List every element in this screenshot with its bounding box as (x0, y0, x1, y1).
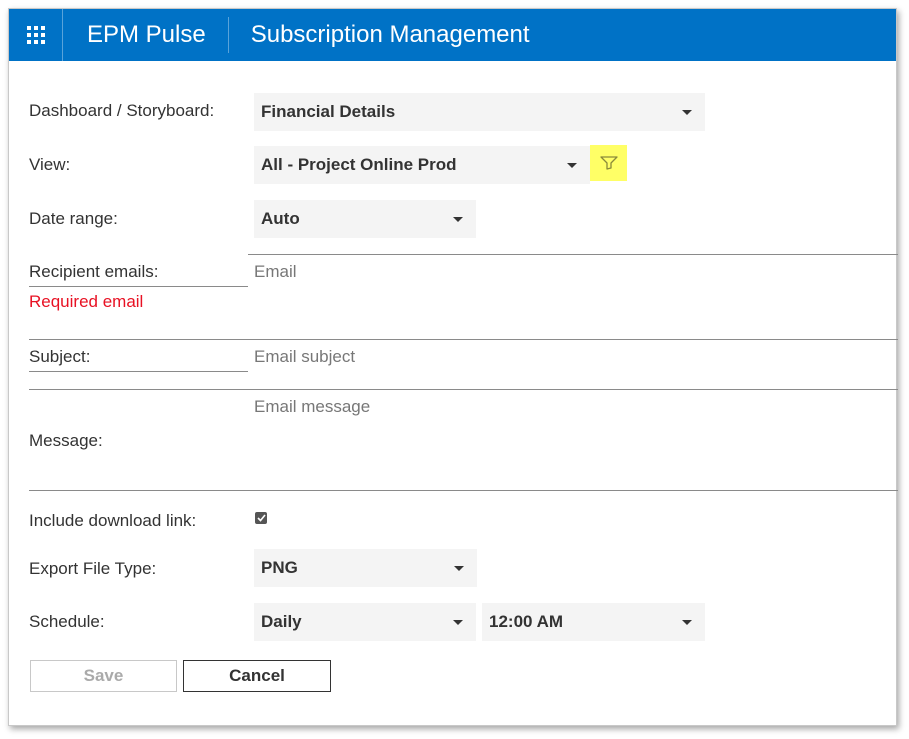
caret-down-icon (567, 163, 577, 168)
export-type-select[interactable]: PNG (254, 549, 477, 587)
caret-down-icon (454, 566, 464, 571)
export-type-value: PNG (261, 558, 298, 577)
message-label: Message: (29, 431, 103, 450)
subscription-window: EPM Pulse Subscription Management Dashbo… (8, 8, 898, 726)
app-launcher-button[interactable] (9, 9, 63, 61)
schedule-time-value: 12:00 AM (489, 612, 564, 631)
waffle-icon (26, 26, 45, 44)
caret-down-icon (682, 110, 692, 115)
dashboard-select[interactable]: Financial Details (254, 93, 705, 131)
divider (248, 254, 898, 255)
app-name[interactable]: EPM Pulse (63, 17, 229, 53)
view-value: All - Project Online Prod (261, 155, 457, 174)
divider (29, 286, 248, 287)
download-link-label: Include download link: (29, 511, 197, 530)
top-bar: EPM Pulse Subscription Management (9, 9, 896, 61)
checkmark-icon (256, 514, 266, 522)
divider (29, 490, 898, 491)
filter-button[interactable] (590, 145, 627, 181)
divider (29, 389, 898, 390)
export-type-label: Export File Type: (29, 559, 157, 578)
subject-input[interactable]: Email subject (254, 347, 884, 385)
cancel-button[interactable]: Cancel (183, 660, 331, 692)
caret-down-icon (682, 620, 692, 625)
schedule-frequency-select[interactable]: Daily (254, 603, 476, 641)
divider (29, 371, 248, 372)
recipients-input[interactable]: Email (254, 262, 884, 332)
date-range-value: Auto (261, 209, 300, 228)
message-input[interactable]: Email message (254, 397, 884, 487)
schedule-time-select[interactable]: 12:00 AM (482, 603, 705, 641)
subject-label: Subject: (29, 347, 91, 366)
page-title: Subscription Management (250, 21, 530, 48)
view-label: View: (29, 155, 71, 174)
view-select[interactable]: All - Project Online Prod (254, 146, 590, 184)
schedule-frequency-value: Daily (261, 612, 302, 631)
save-button[interactable]: Save (30, 660, 177, 692)
caret-down-icon (453, 620, 463, 625)
divider (29, 339, 898, 340)
date-range-select[interactable]: Auto (254, 200, 476, 238)
recipients-error: Required email (29, 292, 144, 311)
filter-icon (599, 156, 618, 170)
dashboard-value: Financial Details (261, 102, 396, 121)
recipients-label: Recipient emails: (29, 262, 159, 281)
schedule-label: Schedule: (29, 612, 105, 631)
download-link-checkbox[interactable] (255, 512, 267, 524)
caret-down-icon (453, 217, 463, 222)
date-range-label: Date range: (29, 209, 118, 228)
dashboard-label: Dashboard / Storyboard: (29, 101, 215, 120)
